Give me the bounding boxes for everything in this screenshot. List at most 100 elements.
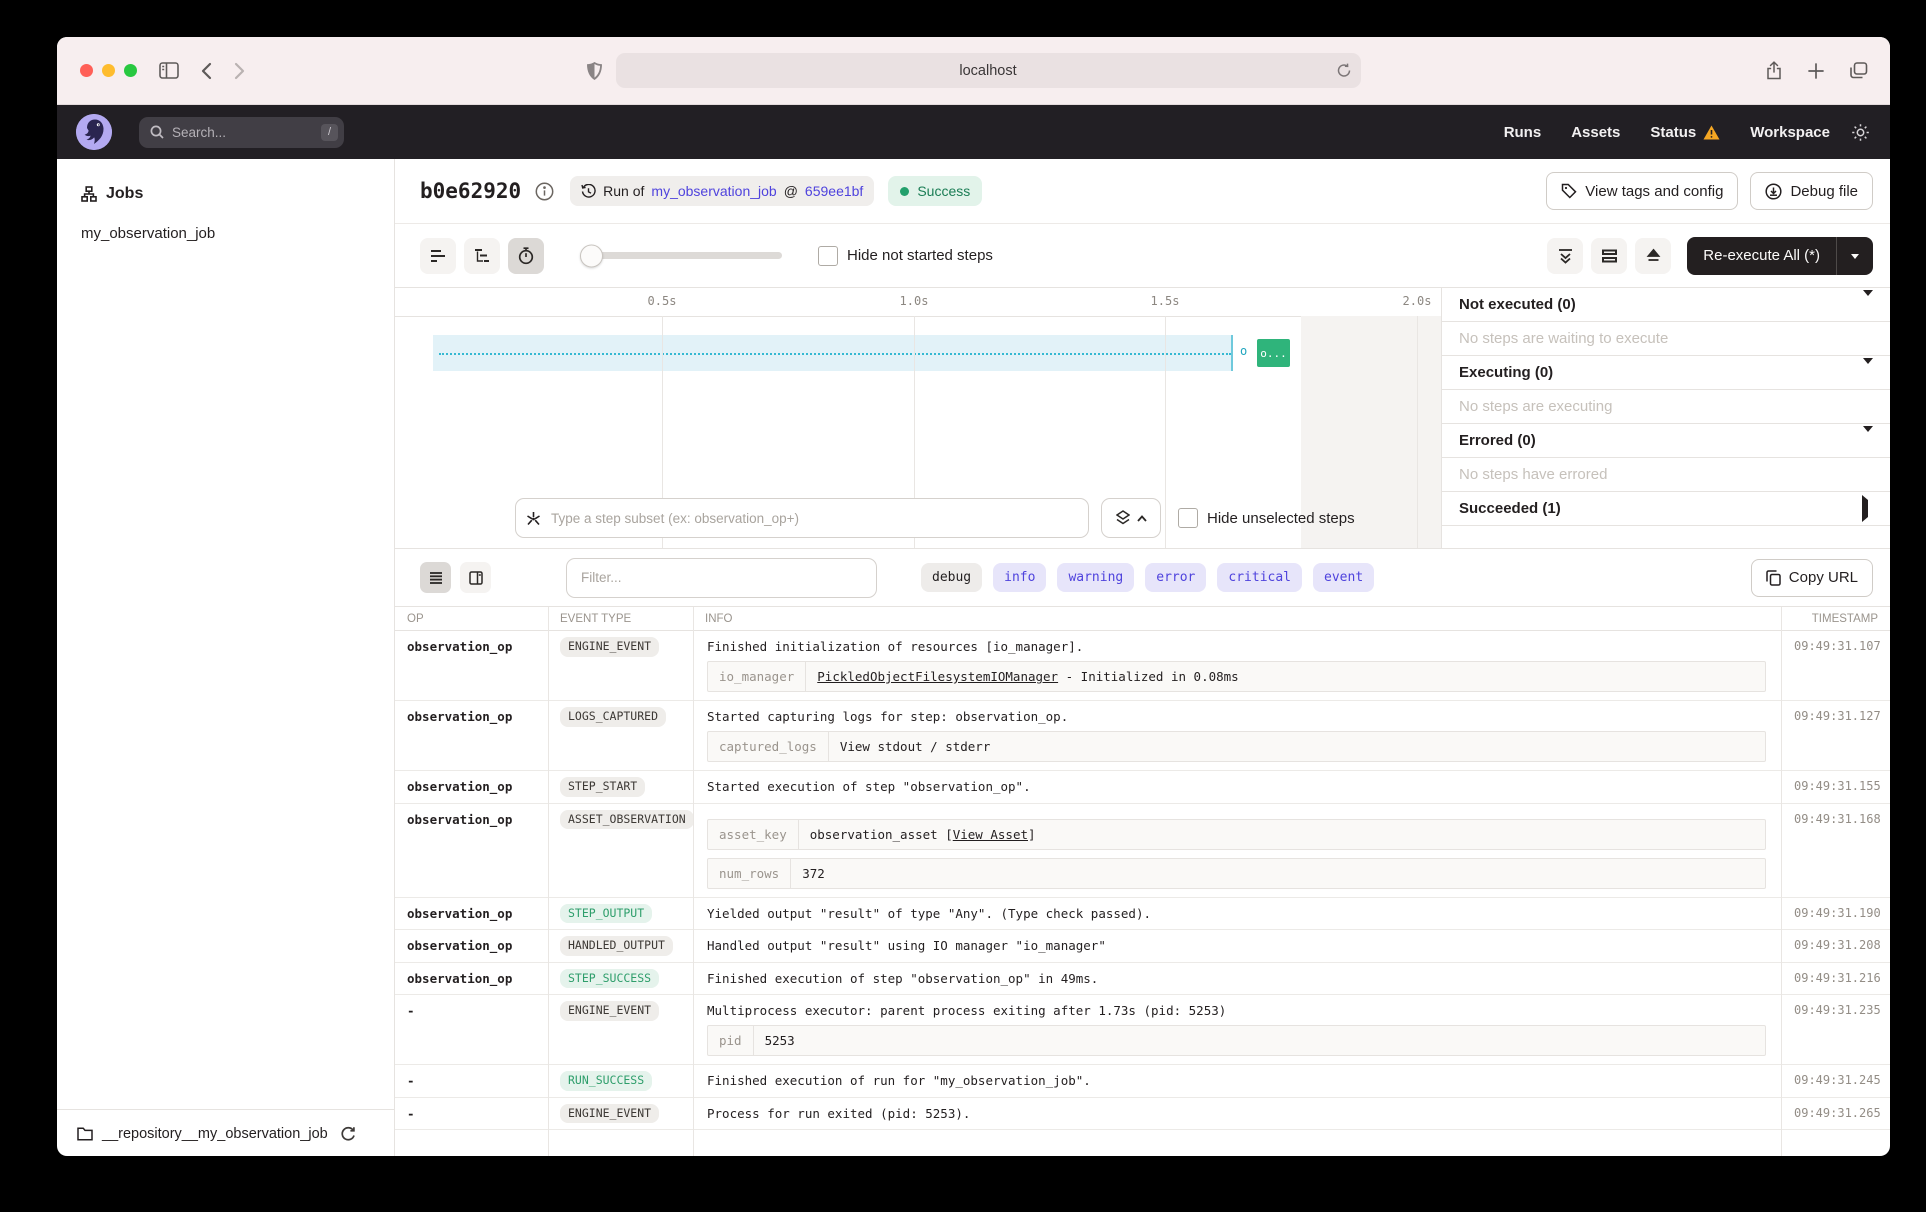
log-event-type-cell: ENGINE_EVENT xyxy=(548,995,693,1064)
axis-tick-label: 1.5s xyxy=(1151,294,1180,308)
log-event-type-cell: STEP_START xyxy=(548,771,693,803)
jobs-sidebar: Jobs my_observation_job __repository__my… xyxy=(57,159,395,1156)
zoom-slider-knob[interactable] xyxy=(580,244,603,267)
history-icon xyxy=(581,184,596,199)
nav-item-assets[interactable]: Assets xyxy=(1571,124,1620,141)
metadata-link[interactable]: PickledObjectFilesystemIOManager xyxy=(817,669,1058,684)
reexecute-dropdown-button[interactable] xyxy=(1837,237,1873,275)
info-icon[interactable] xyxy=(535,182,554,201)
step-panel-section-1-header[interactable]: Not executed (0) xyxy=(1442,288,1890,322)
log-table-row: -ENGINE_EVENTProcess for run exited (pid… xyxy=(395,1098,1890,1131)
log-level-chip-event[interactable]: event xyxy=(1313,563,1374,592)
privacy-shield-icon[interactable] xyxy=(587,62,602,80)
copy-url-button[interactable]: Copy URL xyxy=(1751,559,1873,597)
log-info-cell: Started execution of step "observation_o… xyxy=(693,771,1782,803)
metadata-text: ] xyxy=(1028,827,1036,842)
caret-down-icon xyxy=(1851,254,1859,263)
log-timestamp-cell: 09:49:31.216 xyxy=(1782,963,1890,995)
log-message: Multiprocess executor: parent process ex… xyxy=(707,1003,1770,1018)
step-panel-empty-text: No steps have errored xyxy=(1442,458,1890,492)
log-table-row: observation_opASSET_OBSERVATIONasset_key… xyxy=(395,804,1890,898)
back-button-icon[interactable] xyxy=(201,62,212,80)
step-panel-section-4-header[interactable]: Succeeded (1) xyxy=(1442,492,1890,526)
timed-view-button[interactable] xyxy=(508,238,544,274)
metadata-value: 5253 xyxy=(754,1026,806,1055)
log-timestamp-cell: 09:49:31.168 xyxy=(1782,804,1890,897)
log-level-chip-critical[interactable]: critical xyxy=(1217,563,1302,592)
metadata-value: View stdout / stderr xyxy=(829,732,1002,761)
close-window-button[interactable] xyxy=(80,64,93,77)
step-panel-section-2-header[interactable]: Executing (0) xyxy=(1442,356,1890,390)
expand-rows-button[interactable] xyxy=(1591,238,1627,274)
nav-item-status[interactable]: Status xyxy=(1650,124,1720,141)
event-type-tag: STEP_OUTPUT xyxy=(560,904,652,924)
new-tab-icon[interactable] xyxy=(1808,63,1824,79)
graph-query-toggle-button[interactable] xyxy=(1101,498,1161,538)
log-filter-input[interactable] xyxy=(579,569,864,586)
log-level-chip-error[interactable]: error xyxy=(1145,563,1206,592)
share-icon[interactable] xyxy=(1766,61,1782,80)
refresh-icon[interactable] xyxy=(341,1126,355,1141)
log-info-cell: asset_keyobservation_asset [View Asset]n… xyxy=(693,804,1782,897)
gear-icon[interactable] xyxy=(1851,123,1870,142)
jobs-title: Jobs xyxy=(106,185,143,203)
sidebar-item-job[interactable]: my_observation_job xyxy=(57,203,394,242)
folder-icon xyxy=(77,1127,93,1141)
caret-down-icon xyxy=(1863,364,1873,381)
browser-sidebar-toggle-icon[interactable] xyxy=(159,62,179,79)
step-subset-input[interactable] xyxy=(549,510,1078,527)
hide-unselected-checkbox[interactable] xyxy=(1178,508,1198,528)
nav-item-runs[interactable]: Runs xyxy=(1504,124,1542,141)
reload-icon[interactable] xyxy=(1337,63,1351,78)
minimize-window-button[interactable] xyxy=(102,64,115,77)
job-link[interactable]: my_observation_job xyxy=(651,183,776,199)
tab-overview-icon[interactable] xyxy=(1850,62,1868,79)
log-metadata-box: num_rows372 xyxy=(707,858,1766,889)
log-level-chip-debug[interactable]: debug xyxy=(921,563,982,592)
nav-item-workspace[interactable]: Workspace xyxy=(1750,124,1830,141)
log-event-type-cell: RUN_SUCCESS xyxy=(548,1065,693,1097)
collapse-rows-button[interactable] xyxy=(1635,238,1671,274)
download-icon xyxy=(1765,183,1782,200)
dagster-logo[interactable] xyxy=(76,114,112,150)
repository-name: __repository__my_observation_job xyxy=(102,1126,328,1142)
hide-not-started-checkbox[interactable] xyxy=(818,246,838,266)
global-search[interactable]: Search... / xyxy=(139,117,344,148)
metadata-label: asset_key xyxy=(708,820,799,849)
waterfall-view-button[interactable] xyxy=(464,238,500,274)
log-info-cell: Yielded output "result" of type "Any". (… xyxy=(693,898,1782,930)
log-level-chip-warning[interactable]: warning xyxy=(1057,563,1134,592)
log-timestamp-cell: 09:49:31.245 xyxy=(1782,1065,1890,1097)
view-tags-config-button[interactable]: View tags and config xyxy=(1546,172,1738,210)
log-structured-view-button[interactable] xyxy=(460,562,491,593)
metadata-label: pid xyxy=(708,1026,754,1055)
log-event-type-cell: ASSET_OBSERVATION xyxy=(548,804,693,897)
log-list-view-button[interactable] xyxy=(420,562,451,593)
step-panel-section-3-header[interactable]: Errored (0) xyxy=(1442,424,1890,458)
log-level-chip-info[interactable]: info xyxy=(993,563,1046,592)
zoom-out-button[interactable] xyxy=(1547,238,1583,274)
commit-link[interactable]: 659ee1bf xyxy=(805,183,863,199)
hide-not-started-label: Hide not started steps xyxy=(847,247,993,264)
gantt-toolbar: Hide not started steps Re-execute All (*… xyxy=(395,224,1890,288)
event-type-tag: ENGINE_EVENT xyxy=(560,1001,659,1021)
log-message: Started execution of step "observation_o… xyxy=(707,779,1770,794)
log-timestamp-cell: 09:49:31.107 xyxy=(1782,631,1890,700)
axis-tick-label: 0.5s xyxy=(648,294,677,308)
reexecute-all-button[interactable]: Re-execute All (*) xyxy=(1687,237,1837,275)
debug-file-button[interactable]: Debug file xyxy=(1750,172,1873,210)
log-message: Finished initialization of resources [io… xyxy=(707,639,1770,654)
flat-view-button[interactable] xyxy=(420,238,456,274)
log-table-row: observation_opLOGS_CAPTUREDStarted captu… xyxy=(395,701,1890,771)
address-bar[interactable]: localhost xyxy=(616,53,1361,88)
zoom-slider[interactable] xyxy=(582,252,782,259)
log-timestamp-cell: 09:49:31.127 xyxy=(1782,701,1890,770)
metadata-value: 372 xyxy=(791,859,836,888)
metadata-link[interactable]: View Asset xyxy=(953,827,1028,842)
gantt-step-bar[interactable]: o... xyxy=(1257,339,1290,367)
caret-down-icon xyxy=(1863,432,1873,449)
forward-button-icon[interactable] xyxy=(234,62,245,80)
fullscreen-window-button[interactable] xyxy=(124,64,137,77)
log-event-type-cell: HANDLED_OUTPUT xyxy=(548,930,693,962)
log-event-type-cell: STEP_SUCCESS xyxy=(548,963,693,995)
